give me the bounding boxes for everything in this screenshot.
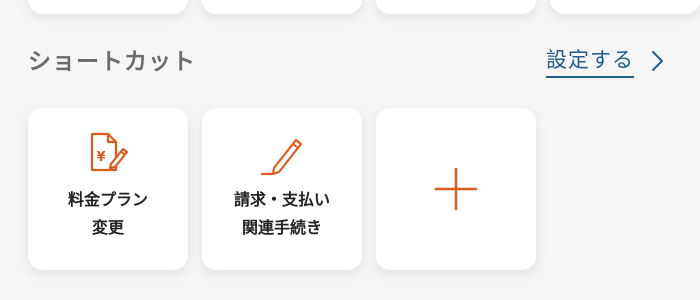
add-shortcut-button[interactable]	[376, 108, 536, 270]
chevron-right-icon	[648, 49, 666, 73]
settings-link[interactable]: 設定する	[546, 44, 666, 78]
previous-card[interactable]	[28, 0, 188, 14]
settings-link-label: 設定する	[546, 44, 634, 78]
pencil-icon	[260, 130, 304, 178]
document-yen-pencil-icon: ¥	[86, 130, 130, 178]
shortcut-label-line: 変更	[91, 218, 124, 237]
plus-icon	[434, 167, 478, 211]
shortcut-label: 料金プラン 変更	[28, 186, 188, 242]
shortcut-label-line: 関連手続き	[241, 218, 322, 237]
previous-card[interactable]	[376, 0, 536, 14]
shortcut-billing-payment[interactable]: 請求・支払い 関連手続き	[202, 108, 362, 270]
previous-card[interactable]	[202, 0, 362, 14]
shortcut-label-line: 料金プラン	[67, 190, 148, 209]
section-title: ショートカット	[28, 49, 196, 75]
previous-card[interactable]	[550, 0, 700, 14]
shortcut-label-line: 請求・支払い	[233, 190, 330, 209]
shortcut-label: 請求・支払い 関連手続き	[202, 186, 362, 242]
svg-text:¥: ¥	[97, 150, 106, 165]
shortcut-plan-change[interactable]: ¥ 料金プラン 変更	[28, 108, 188, 270]
